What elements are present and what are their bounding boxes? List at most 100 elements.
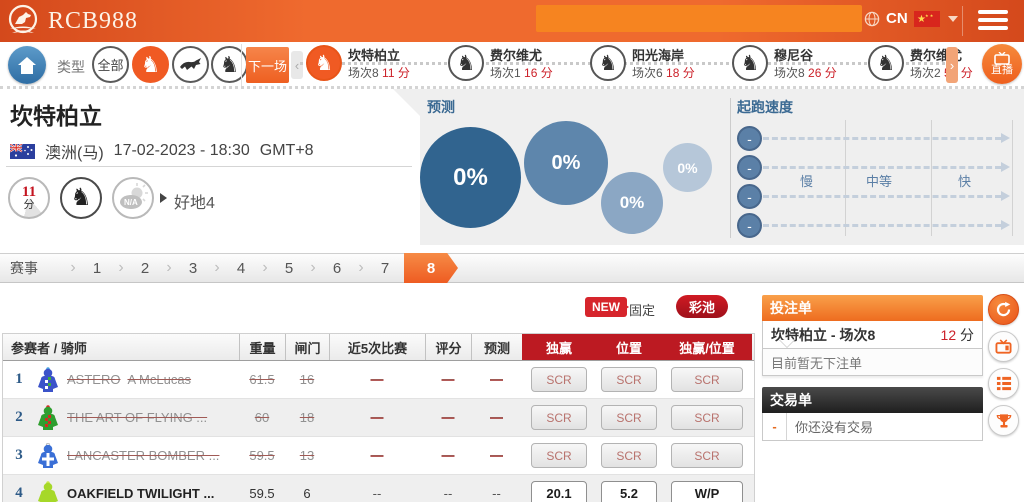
horse-icon: ♞ [306,45,342,81]
filter-greyhound-button[interactable] [172,46,209,83]
horse-logo-icon [6,4,40,38]
language-selector[interactable]: CN ★ ★ ★ [864,10,958,27]
tab-race-6[interactable]: 6 [320,260,354,277]
track-going-label: 好地4 [174,189,215,213]
globe-icon [864,11,880,27]
transactions-header: 交易单 [762,387,983,413]
new-badge: NEW [585,297,627,317]
live-video-button[interactable] [988,331,1019,362]
runner-number: 2 [9,409,29,426]
filter-harness-button[interactable]: ♞ [211,46,248,83]
transactions-row: - 你还没有交易 [762,413,983,441]
speed-slider-track [763,224,1001,227]
runner-number: 1 [9,371,29,388]
refresh-icon [995,301,1012,318]
tab-race-7[interactable]: 7 [368,260,402,277]
jockey-name: A McLucas [127,372,191,387]
table-row: 3 LANCASTER BOMBER ... 59.5 13 — — — SCR… [3,437,754,475]
jockey-silk-icon [36,405,60,431]
bet-slip-race-row: 坎特柏立 - 场次8 12 分 [762,321,983,349]
speed-slider-handle[interactable]: - [737,184,762,209]
results-trophy-button[interactable] [988,405,1019,436]
type-label: 类型 [57,57,85,77]
filter-all-button[interactable]: 全部 [92,46,129,83]
speed-slider-handle[interactable]: - [737,126,762,151]
country-label: 澳洲(马) [45,139,104,163]
horse-icon: ♞ [732,45,768,81]
runner-name: LANCASTER BOMBER ... [67,448,219,463]
place-odds-button: SCR [601,443,657,468]
jockey-silk-icon [36,481,60,502]
speed-slider-handle[interactable]: - [737,155,762,180]
tab-race-1[interactable]: 1 [80,260,114,277]
win-odds-button[interactable]: 20.1 [531,481,587,502]
live-stream-button[interactable]: 直播 [982,44,1022,84]
win-odds-button: SCR [531,367,587,392]
tab-race-3[interactable]: 3 [176,260,210,277]
bet-slip-empty-message: 目前暂无下注单 [762,349,983,376]
win-place-odds-button: SCR [671,367,743,392]
pool-odds-button[interactable]: 彩池 [676,295,728,318]
prediction-bubble-3: 0% [601,172,663,234]
tab-race-8-active[interactable]: 8 [404,253,458,283]
timezone-label: GMT+8 [260,142,314,160]
horse-icon: ♞ [141,54,161,76]
race-datetime: 17-02-2023 - 18:30 [114,142,250,160]
svg-text:N/A: N/A [124,198,138,207]
win-place-odds-button[interactable]: W/P [671,481,743,502]
trophy-icon [996,413,1012,429]
speed-label-slow: 慢 [800,171,813,190]
filter-horse-racing-button[interactable]: ♞ [132,46,169,83]
speed-label-medium: 中等 [866,171,892,190]
carousel-race-moonee-valley[interactable]: ♞ 穆尼谷 场次8 26 分 [732,45,870,81]
table-header-row: 参赛者 / 骑师 重量 闸门 近5次比赛 评分 预测 独赢 位置 独赢/位置 [3,334,754,361]
next-race-button[interactable]: 下一场 [246,47,289,83]
menu-button[interactable] [978,10,1008,32]
tab-race-5[interactable]: 5 [272,260,306,277]
table-row: 1 ASTERO A McLucas 61.5 16 — — — SCR SCR… [3,361,754,399]
win-place-odds-button: SCR [671,405,743,430]
carousel-next-button[interactable]: › [946,47,958,83]
race-number-tabs: 赛事 › 1 › 2 › 3 › 4 › 5 › 6 › 7 8 [0,253,1024,283]
runner-number: 3 [9,447,29,464]
jockey-silk-icon [36,367,60,393]
speed-slider-handle[interactable]: - [737,213,762,238]
brand-logo[interactable]: RCB988 [6,4,138,38]
carousel-prev-button[interactable]: ‹ [291,51,303,79]
speed-label-fast: 快 [958,171,971,190]
place-odds-button: SCR [601,405,657,430]
runner-number: 4 [9,485,29,502]
search-input[interactable] [536,5,862,32]
horse-icon: ♞ [590,45,626,81]
weather-badge: N/A [112,177,154,219]
horse-icon: ♞ [868,45,904,81]
runner-name: OAKFIELD TWILIGHT ... [67,486,214,501]
horse-icon: ♞ [448,45,484,81]
list-icon [996,376,1012,391]
refresh-button[interactable] [988,294,1019,325]
chevron-down-icon [948,16,958,22]
fixed-odds-label[interactable]: 固定 [629,300,655,319]
carousel-race-fairview1[interactable]: ♞ 费尔维尤 场次1 16 分 [448,45,586,81]
carousel-race-canterbury[interactable]: ♞ 坎特柏立 场次8 11 分 [306,45,444,81]
runner-name: ASTERO [67,372,120,387]
race-list-button[interactable] [988,368,1019,399]
tabs-section-label: 赛事 [0,258,66,278]
speed-gridline [1012,120,1013,236]
start-speed-title: 起跑速度 [737,97,793,117]
page-title: 坎特柏立 [10,97,102,131]
harness-horse-icon: ♞ [220,54,240,76]
svg-text:★ ★: ★ ★ [925,13,934,18]
tab-race-2[interactable]: 2 [128,260,162,277]
win-odds-button: SCR [531,443,587,468]
runners-table: 参赛者 / 骑师 重量 闸门 近5次比赛 评分 预测 独赢 位置 独赢/位置 1… [2,333,755,502]
runner-name: THE ART OF FLYING ... [67,410,207,425]
place-odds-button: SCR [601,367,657,392]
bet-slip-panel: 投注单 坎特柏立 - 场次8 12 分 目前暂无下注单 交易单 - 你还没有交易 [762,295,983,441]
place-odds-button[interactable]: 5.2 [601,481,657,502]
carousel-race-sunshine-coast[interactable]: ♞ 阳光海岸 场次6 18 分 [590,45,728,81]
home-button[interactable] [8,46,46,84]
race-meta: 澳洲(马) 17-02-2023 - 18:30 GMT+8 [10,139,314,163]
tab-race-4[interactable]: 4 [224,260,258,277]
arrow-right-icon [160,193,167,203]
